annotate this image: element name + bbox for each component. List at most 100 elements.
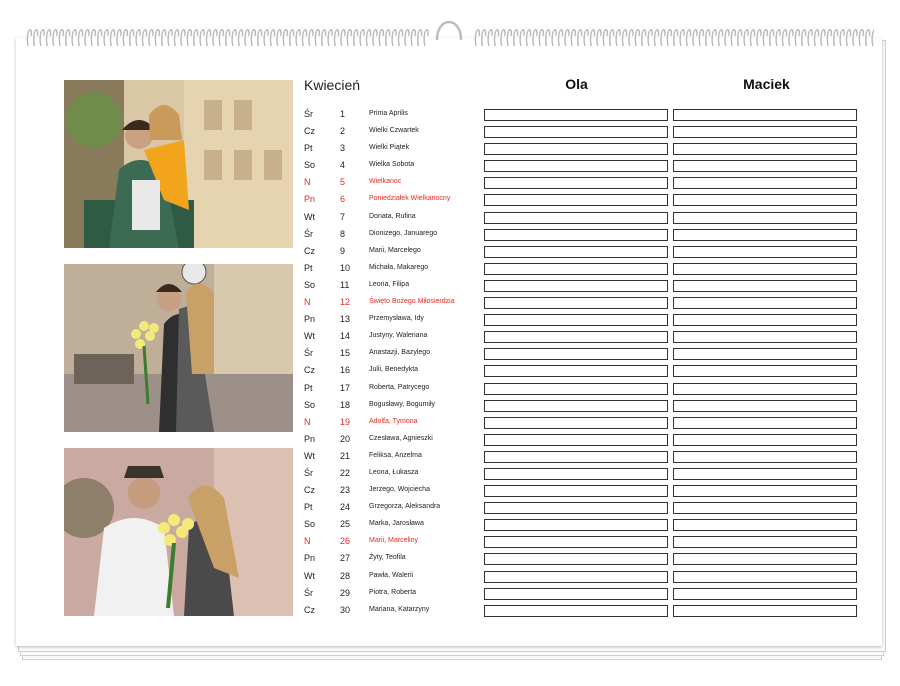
weekday-label: Cz [304, 245, 315, 256]
wire-loop [417, 28, 423, 47]
note-box-maciek[interactable] [673, 348, 857, 361]
note-box-maciek[interactable] [673, 262, 857, 275]
note-box-maciek[interactable] [673, 177, 857, 190]
wire-loop [333, 28, 340, 47]
weekday-label: Śr [304, 467, 313, 478]
note-box-ola[interactable] [484, 314, 668, 327]
name-day-text: Wielkanoc [369, 178, 402, 186]
note-box-ola[interactable] [484, 126, 668, 139]
note-box-maciek[interactable] [673, 502, 857, 515]
note-box-maciek[interactable] [673, 211, 857, 224]
wire-loop [813, 28, 820, 47]
note-box-maciek[interactable] [673, 467, 857, 480]
wire-loop [557, 28, 564, 47]
note-box-maciek[interactable] [673, 536, 857, 549]
day-number: 23 [340, 485, 351, 496]
wire-loop [167, 28, 173, 47]
note-box-maciek[interactable] [673, 382, 857, 395]
wire-loop [26, 28, 33, 47]
note-box-ola[interactable] [484, 143, 668, 156]
wire-loop [103, 28, 109, 47]
note-box-maciek[interactable] [673, 450, 857, 463]
day-number: 13 [340, 314, 351, 325]
note-box-maciek[interactable] [673, 587, 857, 600]
note-box-ola[interactable] [484, 467, 668, 480]
note-box-ola[interactable] [484, 553, 668, 566]
wire-loop [845, 28, 852, 47]
note-box-ola[interactable] [484, 228, 668, 241]
note-box-ola[interactable] [484, 519, 668, 532]
note-box-maciek[interactable] [673, 416, 857, 429]
note-box-ola[interactable] [484, 262, 668, 275]
wire-loop [237, 28, 244, 47]
wire-loop [538, 28, 545, 47]
note-box-ola[interactable] [484, 416, 668, 429]
wire-loop [692, 28, 698, 47]
wire-loop [621, 28, 628, 47]
note-box-maciek[interactable] [673, 143, 857, 156]
wire-loop [583, 28, 589, 47]
note-box-ola[interactable] [484, 160, 668, 173]
day-number: 19 [340, 416, 351, 427]
wire-loop [186, 28, 193, 47]
wire-loop [730, 28, 737, 47]
note-box-ola[interactable] [484, 245, 668, 258]
note-box-ola[interactable] [484, 297, 668, 310]
note-box-maciek[interactable] [673, 433, 857, 446]
wire-loop [737, 28, 743, 47]
note-box-ola[interactable] [484, 399, 668, 412]
note-box-maciek[interactable] [673, 604, 857, 617]
wire-loop [52, 28, 58, 47]
note-box-maciek[interactable] [673, 297, 857, 310]
name-day-text: Bogusławy, Bogumiły [369, 400, 436, 408]
note-box-ola[interactable] [484, 194, 668, 207]
note-box-maciek[interactable] [673, 553, 857, 566]
day-number: 6 [340, 194, 346, 205]
note-box-ola[interactable] [484, 109, 668, 121]
note-box-ola[interactable] [484, 177, 668, 190]
wire-loop [519, 28, 525, 47]
note-box-ola[interactable] [484, 211, 668, 224]
note-box-maciek[interactable] [673, 279, 857, 292]
note-box-ola[interactable] [484, 604, 668, 617]
note-box-ola[interactable] [484, 279, 668, 292]
note-box-ola[interactable] [484, 485, 668, 498]
note-box-ola[interactable] [484, 348, 668, 361]
wire-loop [602, 28, 609, 47]
weekday-label: Wt [304, 211, 315, 222]
wire-loop [308, 28, 314, 47]
note-box-ola[interactable] [484, 382, 668, 395]
note-box-ola[interactable] [484, 450, 668, 463]
note-box-ola[interactable] [484, 331, 668, 344]
note-box-maciek[interactable] [673, 228, 857, 241]
wire-loop [801, 28, 807, 47]
note-box-maciek[interactable] [673, 570, 857, 583]
note-box-ola[interactable] [484, 365, 668, 378]
note-box-maciek[interactable] [673, 399, 857, 412]
note-box-maciek[interactable] [673, 109, 857, 121]
note-box-ola[interactable] [484, 433, 668, 446]
photo-couple-piggyback [64, 80, 293, 248]
note-box-ola[interactable] [484, 570, 668, 583]
wire-loop [685, 28, 692, 47]
note-box-ola[interactable] [484, 502, 668, 515]
weekday-label: Wt [304, 331, 315, 342]
note-box-maciek[interactable] [673, 314, 857, 327]
wire-loop [84, 28, 90, 47]
wire-loop [826, 28, 833, 47]
note-box-ola[interactable] [484, 536, 668, 549]
note-box-maciek[interactable] [673, 194, 857, 207]
wire-loop [794, 28, 801, 47]
note-box-ola[interactable] [484, 587, 668, 600]
note-box-maciek[interactable] [673, 485, 857, 498]
note-box-maciek[interactable] [673, 126, 857, 139]
name-day-text: Grzegorza, Aleksandra [369, 503, 441, 511]
note-box-maciek[interactable] [673, 331, 857, 344]
note-box-maciek[interactable] [673, 160, 857, 173]
note-box-maciek[interactable] [673, 245, 857, 258]
note-box-maciek[interactable] [673, 519, 857, 532]
day-number: 30 [340, 604, 351, 615]
wire-loop [161, 28, 167, 47]
note-box-maciek[interactable] [673, 365, 857, 378]
wire-loop [525, 28, 532, 47]
